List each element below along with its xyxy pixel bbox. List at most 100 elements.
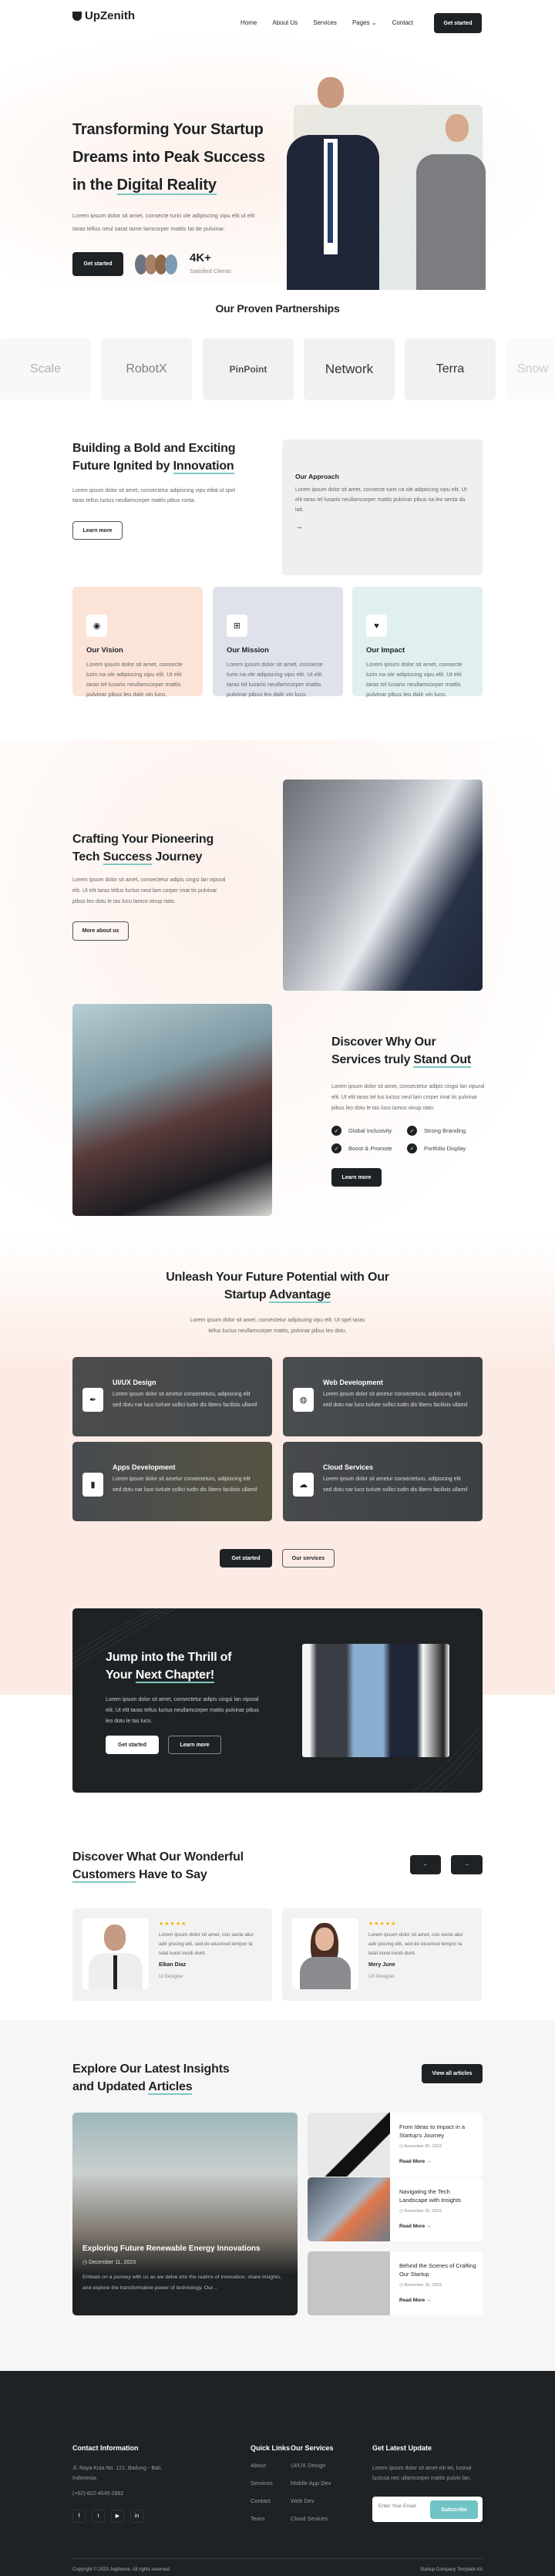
hero-people <box>287 77 379 290</box>
pen-tool-icon: ✒ <box>82 1388 103 1412</box>
copyright: Copyright © 2023 Jegtheme. All rights re… <box>72 2568 171 2572</box>
footer-service-uiux[interactable]: UI/UX Design <box>291 2456 334 2474</box>
nav-home[interactable]: Home <box>240 19 257 26</box>
discover-learn-more-button[interactable]: Learn more <box>331 1168 382 1187</box>
arrow-right-icon[interactable]: → <box>295 523 469 531</box>
clock-icon: ◷ <box>399 2209 403 2214</box>
team-thumbs-up-image <box>302 1644 449 1757</box>
check-icon: ✓ <box>407 1126 417 1136</box>
nav-about[interactable]: About Us <box>272 19 298 26</box>
team-handshake-image <box>283 780 483 991</box>
mobile-icon: ▮ <box>82 1473 103 1497</box>
customer-photo <box>292 1918 358 1989</box>
partner-logo-robotx: RobotX <box>101 338 192 400</box>
more-about-us-button[interactable]: More about us <box>72 921 129 941</box>
read-more-link[interactable]: Read More → <box>399 2159 476 2164</box>
approach-title: Our Approach <box>295 473 339 480</box>
clock-icon: ◷ <box>399 2283 403 2288</box>
services-description: Lorem ipsum dolor sit amet, consectetur … <box>190 1318 365 1334</box>
building-learn-more-button[interactable]: Learn more <box>72 521 123 540</box>
read-more-link[interactable]: Read More → <box>399 2298 476 2303</box>
article-card[interactable]: Navigating the Tech Landscape with Insig… <box>308 2177 483 2241</box>
arrow-left-icon: ← <box>422 1862 429 1867</box>
cta-learn-more-button[interactable]: Learn more <box>168 1736 221 1754</box>
stat-count: 4K+ <box>190 251 211 264</box>
prev-arrow-button[interactable]: ← <box>410 1855 441 1874</box>
partners-title: Our Proven Partnerships <box>215 302 340 315</box>
hero-get-started-button[interactable]: Get started <box>72 252 123 276</box>
next-arrow-button[interactable]: → <box>451 1855 483 1874</box>
footer-link-about[interactable]: About <box>251 2456 290 2474</box>
star-rating: ★★★★★ <box>368 1921 397 1927</box>
check-icon: ✓ <box>331 1126 341 1136</box>
feature-boost-promote: ✓ Boost & Promote <box>331 1143 392 1153</box>
service-card-apps[interactable]: ▮ Apps Development Lorem ipsum dolor sit a… <box>72 1442 272 1521</box>
compass-icon: ◉ <box>86 615 107 637</box>
footer-contact: Contact Information Jl. Raya Kuta No. 12… <box>72 2444 188 2523</box>
discover-title: Discover Why Our Services truly Stand Ou… <box>331 1035 472 1068</box>
nav-contact[interactable]: Contact <box>392 19 414 26</box>
client-avatars <box>135 254 177 274</box>
logo[interactable]: UpZenith <box>72 9 135 22</box>
footer-service-mobile[interactable]: Mobile App Dev <box>291 2474 334 2492</box>
customer-photo <box>82 1918 149 1989</box>
footer-service-web[interactable]: Web Dev <box>291 2492 334 2510</box>
facebook-icon[interactable]: f <box>72 2510 86 2523</box>
testimonial-card: ★★★★★ Lorem ipsum dolor sit amet, con sec… <box>72 1908 272 2001</box>
nav-services[interactable]: Services <box>313 19 337 26</box>
main-nav: Home About Us Services Pages ⌄ Contact <box>225 19 413 26</box>
insights-title: Explore Our Latest Insights and Updated … <box>72 2062 230 2095</box>
approach-description: Lorem ipsum dolor sit amet, consecte tur… <box>295 487 467 513</box>
cta-get-started-button[interactable]: Get started <box>106 1736 159 1754</box>
service-card-cloud[interactable]: ☁ Cloud Services Lorem ipsum dolor sit ame… <box>283 1442 483 1521</box>
check-icon: ✓ <box>331 1143 341 1153</box>
view-all-articles-button[interactable]: View all articles <box>422 2064 483 2083</box>
discover-description: Lorem ipsum dolor sit amet, consectetur … <box>331 1084 485 1111</box>
services-get-started-button[interactable]: Get started <box>220 1549 272 1567</box>
youtube-icon[interactable]: ▶ <box>111 2509 124 2523</box>
our-services-button[interactable]: Our services <box>282 1549 335 1567</box>
globe-icon: ◍ <box>293 1388 314 1412</box>
twitter-icon[interactable]: t <box>92 2510 105 2523</box>
partner-logo-pinpoint: PinPoint <box>203 338 294 400</box>
impact-card: ♥ Our Impact Lorem ipsum dolor sit amet, … <box>352 587 483 698</box>
service-card-uiux[interactable]: ✒ UI/UX Design Lorem ipsum dolor sit ametu… <box>72 1357 272 1436</box>
footer-divider <box>72 2558 483 2559</box>
footer-quick-links: Quick Links About Services Contact Team <box>251 2444 290 2527</box>
nav-pages[interactable]: Pages ⌄ <box>352 19 377 26</box>
featured-article-date: ◷ December 11, 2023 <box>82 2260 136 2265</box>
footer-link-team[interactable]: Team <box>251 2510 290 2527</box>
footer-link-services[interactable]: Services <box>251 2474 290 2492</box>
email-input[interactable] <box>378 2504 432 2509</box>
cta-description: Lorem ipsum dolor sit amet, consectetur … <box>106 1697 259 1724</box>
subscribe-button[interactable]: Subscribe <box>430 2500 478 2519</box>
featured-article-card[interactable]: Exploring Future Renewable Energy Innova… <box>72 2113 298 2315</box>
article-card[interactable]: Behind the Scenes of Crafting Our Startu… <box>308 2251 483 2315</box>
footer-link-contact[interactable]: Contact <box>251 2492 290 2510</box>
arrow-right-icon: → <box>426 2298 432 2303</box>
hero-woman <box>409 108 486 290</box>
article-card[interactable]: From Ideas to Impact in a Startup's Jour… <box>308 2113 483 2177</box>
feature-portfolio-display: ✓ Portfolio Display <box>407 1143 466 1153</box>
article-image <box>308 2251 390 2315</box>
linkedin-icon[interactable]: in <box>130 2510 143 2523</box>
read-more-link[interactable]: Read More → <box>399 2224 476 2229</box>
service-card-web[interactable]: ◍ Web Development Lorem ipsum dolor sit am… <box>283 1357 483 1436</box>
crafting-description: Lorem ipsum dolor sit amet, consectetur … <box>72 877 226 904</box>
chevron-down-icon: ⌄ <box>371 19 377 26</box>
feature-strong-branding: ✓ Strong Branding <box>407 1126 466 1136</box>
testimonial-card: ★★★★★ Lorem ipsum dolor sit amet, con sec… <box>282 1908 482 2001</box>
partner-logo-network: Network <box>304 338 395 400</box>
check-icon: ✓ <box>407 1143 417 1153</box>
featured-article-excerpt: Embark on a journey with us as we delve … <box>82 2275 282 2291</box>
stat-label: Satisfied Clients <box>190 268 231 274</box>
footer-services: Our Services UI/UX Design Mobile App Dev… <box>291 2444 334 2527</box>
logo-icon <box>72 11 82 21</box>
hero-description: Lorem ipsum dolor sit amet, consecte tur… <box>72 212 255 232</box>
header-get-started-button[interactable]: Get started <box>434 13 482 33</box>
vision-card: ◉ Our Vision Lorem ipsum dolor sit amet, … <box>72 587 203 698</box>
partner-logo-scale: Scale <box>0 338 91 400</box>
partner-logo-terra: Terra <box>405 338 496 400</box>
footer-service-cloud[interactable]: Cloud Sevices <box>291 2510 334 2527</box>
article-image <box>308 2177 390 2241</box>
